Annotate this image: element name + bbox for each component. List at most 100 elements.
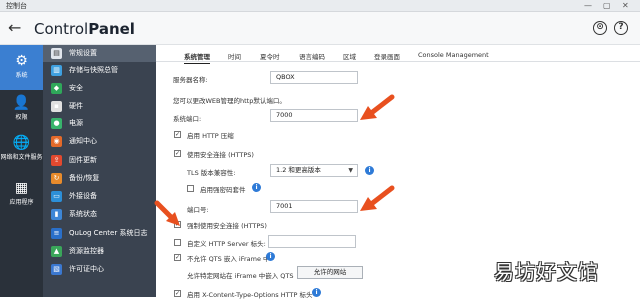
grid-icon: ▦ [14, 180, 29, 196]
nav-apps-label: 应用程序 [9, 199, 34, 206]
submenu-item-icon: ● [51, 118, 62, 129]
submenu-item[interactable]: ▧ 许可证中心 [43, 261, 156, 278]
submenu-item-label: 备份/恢复 [69, 174, 100, 182]
submenu-item[interactable]: ▲ 资源监控器 [43, 243, 156, 260]
strong-cipher-checkbox[interactable] [187, 185, 194, 192]
nav-network[interactable]: 🌐 网络和文件服务 [0, 132, 43, 177]
https-label: 使用安全连接 (HTTPS) [187, 151, 254, 159]
submenu-item[interactable]: ▭ 外接设备 [43, 188, 156, 205]
tls-select[interactable]: 1.2 和更高版本 ▼ [270, 164, 358, 177]
info-icon[interactable]: i [312, 288, 321, 297]
force-https-label: 强制使用安全连接 (HTTPS) [187, 222, 267, 230]
submenu-item[interactable]: ◆ 安全 [43, 80, 156, 97]
system-port-label: 系统端口: [173, 115, 202, 123]
minimize-icon[interactable]: — [584, 1, 592, 10]
nav-system[interactable]: ⚙ 系统 [0, 45, 43, 90]
submenu-item-label: 存储与快照总管 [69, 66, 118, 74]
no-iframe-label: 不允许 QTS 嵌入 iFrame 中 [187, 255, 270, 263]
custom-header-checkbox[interactable] [174, 239, 181, 246]
tab-time[interactable]: 时间 [228, 51, 241, 61]
app-header: ← ControlPanel ⊙ ? [0, 12, 640, 45]
info-icon[interactable]: i [252, 183, 261, 192]
submenu-item-icon: ≡ [51, 228, 62, 239]
submenu-item-label: 通知中心 [69, 137, 97, 145]
submenu-item-icon: ▲ [51, 246, 62, 257]
https-port-input[interactable]: 7001 [270, 200, 358, 213]
tls-select-value: 1.2 和更高版本 [276, 166, 321, 174]
annotation-arrow [360, 185, 395, 211]
submenu-item[interactable]: ◉ 通知中心 [43, 133, 156, 150]
server-name-input[interactable]: QBOX [270, 71, 358, 84]
submenu-item[interactable]: ≡ QuLog Center 系统日志 [43, 225, 156, 242]
maximize-icon[interactable]: ▢ [603, 1, 611, 10]
submenu-item-icon: ▪ [51, 101, 62, 112]
close-icon[interactable]: ✕ [622, 1, 629, 10]
nav-privilege[interactable]: 👤 权限 [0, 90, 43, 130]
chevron-down-icon: ▼ [348, 167, 353, 174]
help-icon[interactable]: ? [614, 21, 628, 35]
submenu-item[interactable]: ● 电源 [43, 115, 156, 132]
nav-apps[interactable]: ▦ 应用程序 [0, 177, 43, 217]
submenu-item[interactable]: ▪ 硬件 [43, 98, 156, 115]
tab-login-screen[interactable]: 登录画面 [374, 51, 400, 61]
submenu-item-label: 资源监控器 [69, 247, 104, 255]
submenu-item[interactable]: ▤ 常规设置 [43, 45, 156, 62]
submenu-item[interactable]: ▮ 系统状态 [43, 206, 156, 223]
system-port-input[interactable]: 7000 [270, 109, 358, 122]
nav-system-label: 系统 [15, 72, 28, 79]
submenu-item[interactable]: ↻ 备份/恢复 [43, 170, 156, 187]
submenu-item-label: 外接设备 [69, 192, 97, 200]
http-compression-checkbox[interactable]: ✓ [174, 131, 181, 138]
submenu-item-label: 许可证中心 [69, 265, 104, 273]
allow-iframe-label: 允许特定网站在 iFrame 中嵌入 QTS [187, 272, 294, 280]
submenu-item[interactable]: ▥ 存储与快照总管 [43, 62, 156, 79]
tab-dst[interactable]: 夏令时 [260, 51, 280, 61]
tab-region[interactable]: 区域 [343, 51, 356, 61]
submenu-item[interactable]: ⇪ 固件更新 [43, 152, 156, 169]
submenu-item-icon: ◉ [51, 136, 62, 147]
submenu-item-icon: ▮ [51, 209, 62, 220]
custom-header-label: 自定义 HTTP Server 标头: [187, 240, 266, 248]
primary-nav: ⚙ 系统 👤 权限 🌐 网络和文件服务 ▦ 应用程序 [0, 45, 43, 297]
globe-icon: 🌐 [12, 135, 31, 151]
submenu-item-icon: ◆ [51, 83, 62, 94]
annotation-arrow [360, 94, 395, 120]
port-no-label: 端口号: [187, 206, 209, 214]
custom-header-input[interactable] [268, 235, 356, 248]
submenu-item-icon: ▥ [51, 65, 62, 76]
submenu-item-label: 硬件 [69, 102, 83, 110]
submenu-item-label: 电源 [69, 119, 83, 127]
window-titlebar: 控制台 — ▢ ✕ [0, 0, 640, 12]
user-icon: 👤 [12, 95, 31, 111]
submenu-item-icon: ▤ [51, 48, 62, 59]
submenu-item-label: 系统状态 [69, 210, 97, 218]
gear-icon: ⚙ [15, 53, 28, 69]
search-icon[interactable]: ⊙ [593, 21, 607, 35]
no-iframe-checkbox[interactable]: ✓ [174, 254, 181, 261]
back-arrow-icon[interactable]: ← [8, 19, 21, 37]
info-icon[interactable]: i [365, 166, 374, 175]
tab-console-management[interactable]: Console Management [418, 51, 489, 59]
tls-label: TLS 版本兼容性: [187, 169, 236, 177]
submenu-item-label: 常规设置 [69, 49, 97, 57]
x-content-type-label: 启用 X-Content-Type-Options HTTP 标头 [187, 291, 313, 299]
tab-language[interactable]: 语言编码 [299, 51, 325, 61]
submenu-item-label: 固件更新 [69, 156, 97, 164]
app-title: ControlPanel [34, 20, 135, 38]
nav-privilege-label: 权限 [15, 114, 28, 121]
x-content-type-checkbox[interactable]: ✓ [174, 290, 181, 297]
submenu-item-label: 安全 [69, 84, 83, 92]
watermark: 易坊好文馆 [494, 260, 599, 284]
window-title: 控制台 [6, 2, 27, 10]
submenu-item-icon: ▭ [51, 191, 62, 202]
server-name-label: 服务器名称: [173, 76, 208, 84]
submenu-item-icon: ↻ [51, 173, 62, 184]
https-checkbox[interactable]: ✓ [174, 150, 181, 157]
tab-system-admin[interactable]: 系统管理 [184, 51, 210, 64]
info-icon[interactable]: i [266, 252, 275, 261]
allowed-sites-button[interactable]: 允许的网站 [297, 266, 363, 279]
http-compression-label: 启用 HTTP 压缩 [187, 132, 234, 140]
strong-cipher-label: 启用强密码套件 [200, 186, 246, 194]
submenu-item-icon: ⇪ [51, 155, 62, 166]
nav-network-label: 网络和文件服务 [0, 154, 43, 161]
